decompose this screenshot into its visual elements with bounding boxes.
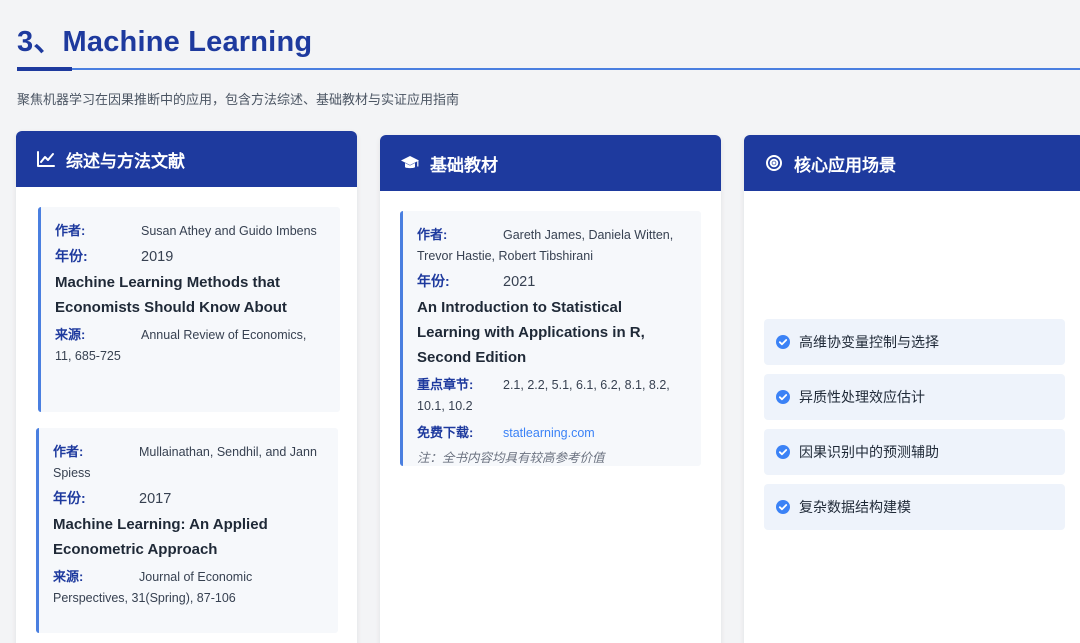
author-row: 作者: Susan Athey and Guido Imbens [55, 220, 326, 242]
author-row: 作者: Mullainathan, Sendhil, and Jann Spies… [53, 441, 324, 484]
download-row: 免费下载: statlearning.com [417, 422, 687, 444]
year-label: 年份: [53, 490, 86, 506]
card-textbooks: 基础教材 作者: Gareth James, Daniela Witten, Tr… [380, 135, 721, 643]
card-review-literature: 综述与方法文献 作者: Susan Athey and Guido Imbens … [16, 131, 357, 643]
literature-entry: 作者: Mullainathan, Sendhil, and Jann Spies… [36, 428, 338, 633]
year-value: 2017 [139, 491, 172, 507]
graduation-cap-icon [400, 153, 420, 173]
scenario-label: 复杂数据结构建模 [799, 499, 911, 515]
target-icon [764, 153, 784, 173]
card-header-label: 综述与方法文献 [66, 151, 185, 171]
author-label: 作者: [417, 227, 448, 242]
card-header-label: 基础教材 [430, 155, 498, 175]
author-label: 作者: [53, 444, 84, 459]
check-circle-icon [776, 390, 790, 404]
card-header: 核心应用场景 [744, 135, 1080, 191]
check-circle-icon [776, 500, 790, 514]
chapters-row: 重点章节: 2.1, 2.2, 5.1, 6.1, 6.2, 8.1, 8.2, … [417, 374, 687, 417]
scenario-label: 高维协变量控制与选择 [799, 334, 939, 350]
paper-title: Machine Learning: An Applied Econometric… [53, 516, 268, 558]
scenario-item: 复杂数据结构建模 [764, 484, 1065, 530]
card-application-scenarios: 核心应用场景 高维协变量控制与选择 异质性处理效应估计 因果识别中的预测辅助 复… [744, 135, 1080, 643]
literature-entry: 作者: Susan Athey and Guido Imbens 年份: 2019 … [38, 207, 340, 412]
source-label: 来源: [53, 569, 84, 584]
title-rule-accent [17, 67, 72, 71]
year-row: 年份: 2017 [53, 487, 324, 510]
paper-title: Machine Learning Methods that Economists… [55, 274, 287, 316]
chart-line-icon [36, 149, 56, 169]
author-row: 作者: Gareth James, Daniela Witten, Trevor … [417, 224, 687, 267]
card-header: 综述与方法文献 [16, 131, 357, 187]
page-subtitle: 聚焦机器学习在因果推断中的应用，包含方法综述、基础教材与实证应用指南 [17, 92, 460, 107]
author-value: Susan Athey and Guido Imbens [141, 224, 317, 238]
year-row: 年份: 2021 [417, 270, 687, 293]
year-value: 2021 [503, 274, 536, 290]
textbook-entry: 作者: Gareth James, Daniela Witten, Trevor … [400, 211, 701, 466]
download-label: 免费下载: [417, 425, 474, 440]
page-title: 3、Machine Learning [17, 26, 313, 58]
chapters-label: 重点章节: [417, 377, 474, 392]
source-label: 来源: [55, 327, 86, 342]
scenario-label: 因果识别中的预测辅助 [799, 444, 939, 460]
year-label: 年份: [55, 248, 88, 264]
scenario-item: 因果识别中的预测辅助 [764, 429, 1065, 475]
author-label: 作者: [55, 223, 86, 238]
title-rule [17, 68, 1080, 70]
scenario-label: 异质性处理效应估计 [799, 389, 925, 405]
download-link[interactable]: statlearning.com [503, 426, 595, 440]
check-circle-icon [776, 445, 790, 459]
source-row: 来源: Annual Review of Economics, 11, 685-7… [55, 324, 326, 367]
source-row: 来源: Journal of Economic Perspectives, 31(… [53, 566, 324, 609]
scenario-item: 高维协变量控制与选择 [764, 319, 1065, 365]
textbook-note: 注：全书内容均具有较高参考价值 [417, 451, 605, 465]
year-value: 2019 [141, 249, 174, 265]
card-header: 基础教材 [380, 135, 721, 191]
book-title: An Introduction to Statistical Learning … [417, 299, 645, 366]
check-circle-icon [776, 335, 790, 349]
card-header-label: 核心应用场景 [794, 155, 896, 175]
scenario-item: 异质性处理效应估计 [764, 374, 1065, 420]
year-row: 年份: 2019 [55, 245, 326, 268]
year-label: 年份: [417, 273, 450, 289]
